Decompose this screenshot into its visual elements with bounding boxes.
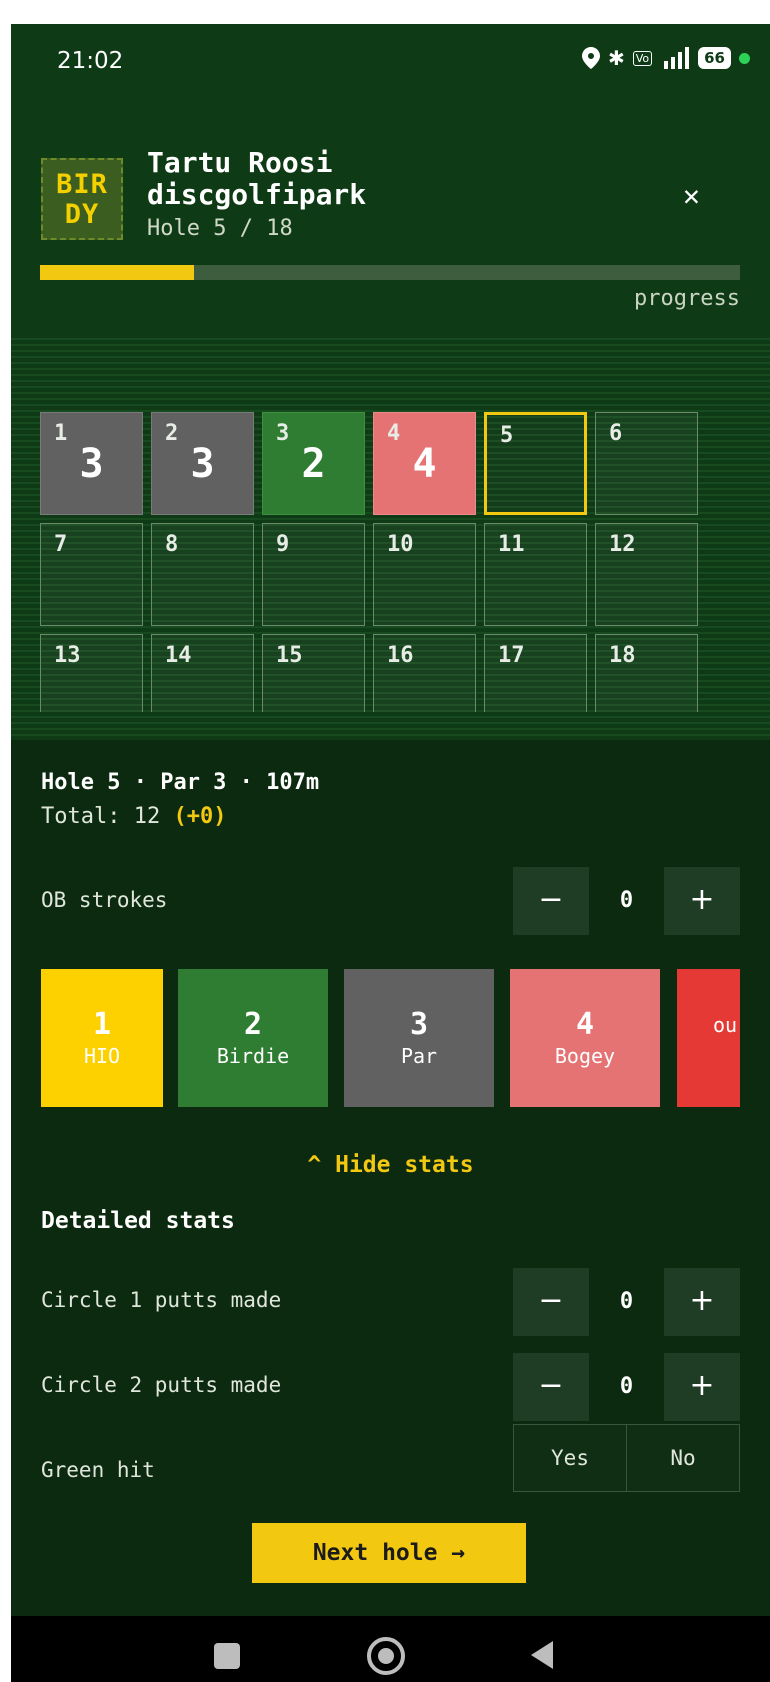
hole-cell-9[interactable]: 9 xyxy=(262,523,365,626)
circle1-label: Circle 1 putts made xyxy=(41,1288,282,1312)
location-icon xyxy=(581,47,600,69)
circle1-value: 0 xyxy=(619,1289,634,1314)
close-icon[interactable]: ✕ xyxy=(683,179,700,212)
progress-fill xyxy=(40,265,194,280)
hole-cell-11[interactable]: 11 xyxy=(484,523,587,626)
back-icon[interactable] xyxy=(531,1641,553,1669)
score-button-double-bogey[interactable]: ou xyxy=(677,969,740,1107)
hole-cell-15[interactable]: 15 xyxy=(262,634,365,712)
ob-minus-button[interactable]: − xyxy=(513,867,589,935)
hole-cell-10[interactable]: 10 xyxy=(373,523,476,626)
progress-bar xyxy=(40,265,740,280)
ob-strokes-label: OB strokes xyxy=(41,888,168,912)
hole-counter: Hole 5 / 18 xyxy=(147,216,293,241)
score-button-bogey[interactable]: 4 Bogey xyxy=(510,969,660,1107)
hole-cell-3[interactable]: 32 xyxy=(262,412,365,515)
circle2-minus-button[interactable]: − xyxy=(513,1353,589,1421)
hole-number: 17 xyxy=(498,643,525,668)
hole-number: 11 xyxy=(498,532,525,557)
ob-strokes-stepper: − 0 + xyxy=(513,867,740,935)
ob-plus-button[interactable]: + xyxy=(664,867,740,935)
score-button-birdie[interactable]: 2 Birdie xyxy=(178,969,328,1107)
hole-cell-16[interactable]: 16 xyxy=(373,634,476,712)
active-dot-icon xyxy=(739,52,750,64)
hole-number: 7 xyxy=(54,532,68,557)
home-icon[interactable] xyxy=(367,1637,405,1675)
hide-stats-toggle[interactable]: ^ Hide stats xyxy=(11,1152,770,1178)
hole-details: Hole 5 · Par 3 · 107m xyxy=(41,770,320,795)
status-bar: 21:02 ✱ Vo 66 xyxy=(11,24,770,99)
hole-number: 18 xyxy=(609,643,636,668)
hole-score: 2 xyxy=(301,441,326,487)
circle2-value: 0 xyxy=(619,1374,634,1399)
hole-cell-1[interactable]: 13 xyxy=(40,412,143,515)
hole-number: 5 xyxy=(500,423,514,448)
circle2-stepper: − 0 + xyxy=(513,1353,740,1421)
hole-grid: 1 3 2 3 3 2 4 4 5 6 7 8 9 10 11 12 13 14 15 16 17 18 xyxy=(11,334,770,740)
hole-number: 10 xyxy=(387,532,414,557)
green-hit-label: Green hit xyxy=(41,1458,155,1482)
app-frame: 21:02 ✱ Vo 66 BIR DY Tartu Roosi discgol… xyxy=(11,24,770,1682)
detailed-stats-title: Detailed stats xyxy=(41,1208,235,1234)
circle1-plus-button[interactable]: + xyxy=(664,1268,740,1336)
ob-value: 0 xyxy=(619,888,634,913)
hole-cell-4[interactable]: 44 xyxy=(373,412,476,515)
hole-cell-13[interactable]: 13 xyxy=(40,634,143,712)
hole-number: 6 xyxy=(609,421,623,446)
status-time: 21:02 xyxy=(57,48,124,74)
hole-score: 3 xyxy=(79,441,104,487)
battery-icon: 66 xyxy=(698,47,731,69)
total-relative: (+0) xyxy=(173,804,227,829)
round-total: Total: 12 (+0) xyxy=(41,804,227,829)
hole-number: 14 xyxy=(165,643,192,668)
hole-cell-14[interactable]: 14 xyxy=(151,634,254,712)
progress-label: progress xyxy=(634,286,740,311)
hole-cell-7[interactable]: 7 xyxy=(40,523,143,626)
circle2-plus-button[interactable]: + xyxy=(664,1353,740,1421)
course-name: Tartu Roosi discgolfipark xyxy=(147,146,367,211)
hole-cell-12[interactable]: 12 xyxy=(595,523,698,626)
hole-number: 8 xyxy=(165,532,179,557)
header: BIR DY Tartu Roosi discgolfipark Hole 5 … xyxy=(11,99,770,334)
bluetooth-icon: ✱ xyxy=(607,46,625,70)
hole-number: 15 xyxy=(276,643,303,668)
hole-number: 13 xyxy=(54,643,81,668)
hole-score: 4 xyxy=(412,441,437,487)
hole-cell-18[interactable]: 18 xyxy=(595,634,698,712)
circle1-minus-button[interactable]: − xyxy=(513,1268,589,1336)
birdy-logo: BIR DY xyxy=(41,158,123,240)
hole-score: 3 xyxy=(190,441,215,487)
hole-cell-5[interactable]: 5 xyxy=(484,412,587,515)
circle2-label: Circle 2 putts made xyxy=(41,1373,282,1397)
system-nav-bar xyxy=(11,1616,770,1682)
recents-icon[interactable] xyxy=(214,1643,240,1669)
green-hit-toggle: Yes No xyxy=(513,1424,740,1492)
next-hole-button[interactable]: Next hole → xyxy=(252,1523,526,1583)
hole-cell-6[interactable]: 6 xyxy=(595,412,698,515)
volte-icon: Vo xyxy=(632,50,653,66)
green-hit-no-button[interactable]: No xyxy=(627,1425,739,1491)
status-icons: ✱ Vo 66 xyxy=(581,46,750,70)
hole-cell-17[interactable]: 17 xyxy=(484,634,587,712)
signal-4g-icon xyxy=(664,47,690,69)
hole-number: 9 xyxy=(276,532,290,557)
score-button-hio[interactable]: 1 HIO xyxy=(41,969,163,1107)
hole-number: 12 xyxy=(609,532,636,557)
hole-cell-2[interactable]: 23 xyxy=(151,412,254,515)
hole-number: 16 xyxy=(387,643,414,668)
circle1-stepper: − 0 + xyxy=(513,1268,740,1336)
green-hit-yes-button[interactable]: Yes xyxy=(514,1425,627,1491)
hole-cell-8[interactable]: 8 xyxy=(151,523,254,626)
score-button-par[interactable]: 3 Par xyxy=(344,969,494,1107)
